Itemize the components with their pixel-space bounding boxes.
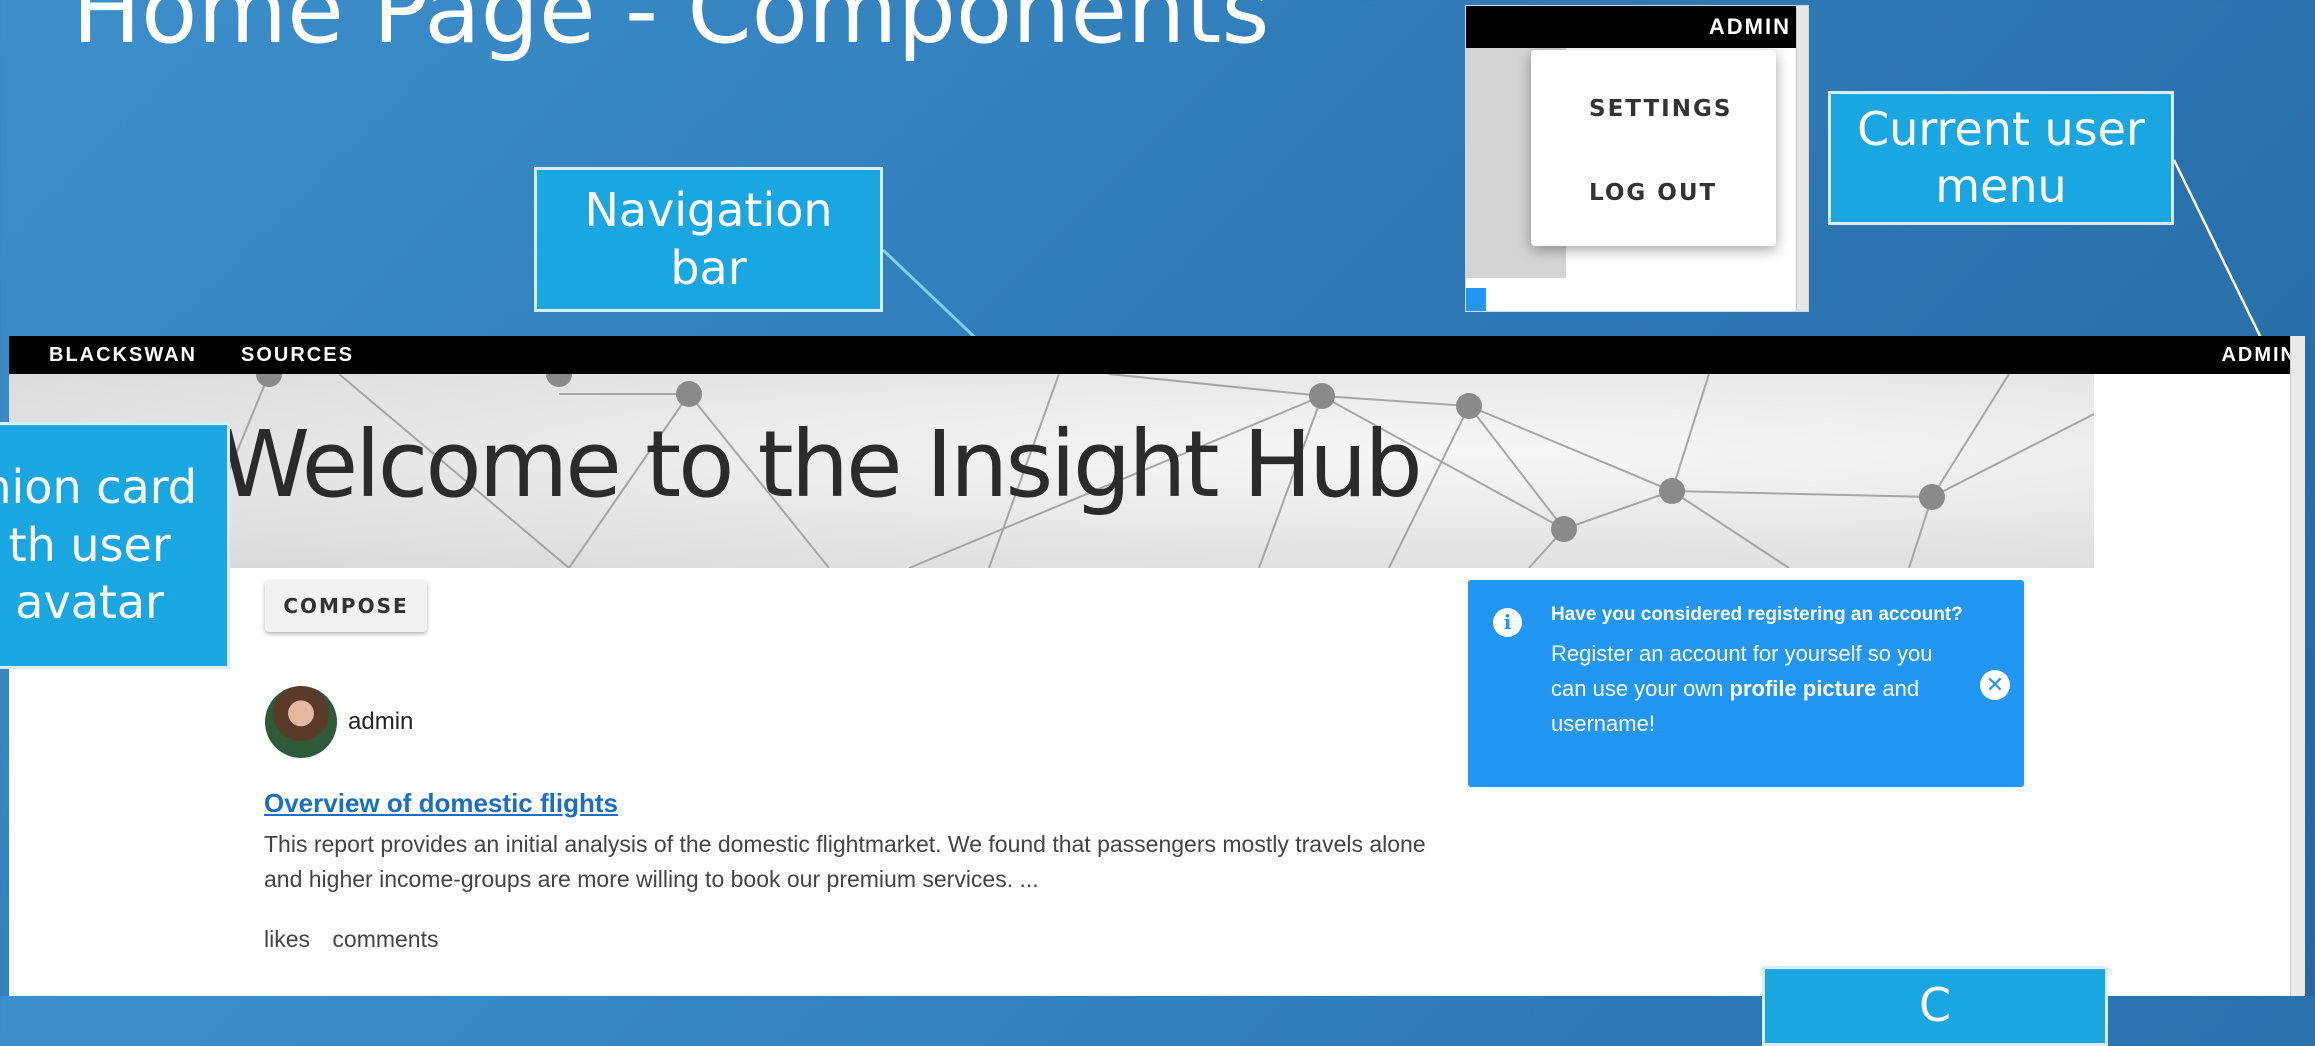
inset-blue-corner: [1466, 288, 1486, 311]
user-avatar[interactable]: [265, 686, 337, 758]
logout-menu-item[interactable]: LOG OUT: [1589, 180, 1717, 206]
callout-line: C: [1918, 978, 1952, 1033]
hero-banner: Welcome to the Insight Hub: [9, 374, 2094, 568]
callout-line: th user: [8, 517, 171, 572]
app-scrollbar[interactable]: [2290, 336, 2305, 996]
inset-navbar: ADMIN: [1466, 6, 1797, 48]
nav-item-sources[interactable]: SOURCES: [241, 344, 354, 367]
info-icon: i: [1493, 608, 1522, 637]
alert-body-bold: profile picture: [1729, 676, 1877, 701]
compose-button[interactable]: COMPOSE: [265, 580, 427, 632]
callout-current-user-menu: Current user menu: [1828, 91, 2174, 225]
callout-line: nion card: [0, 460, 197, 515]
likes-label[interactable]: likes: [264, 926, 310, 952]
settings-menu-item[interactable]: SETTINGS: [1589, 96, 1732, 122]
callout-navigation-bar: Navigation bar: [534, 167, 883, 312]
slide-title: Home Page - Components: [72, 0, 1270, 64]
callout-line: avatar: [15, 575, 165, 630]
inset-scrollbar[interactable]: [1796, 6, 1808, 311]
inset-admin-menu[interactable]: ADMIN: [1709, 14, 1791, 40]
post-summary: This report provides an initial analysis…: [264, 831, 1426, 892]
hero-title: Welcome to the Insight Hub: [219, 411, 1423, 518]
callout-close-partial: C: [1762, 966, 2108, 1046]
post-stats: likes comments: [264, 926, 455, 953]
app-home-page: BLACKSWAN SOURCES ADMIN Welcome to the I…: [9, 336, 2305, 996]
user-menu-inset: ADMIN SETTINGS LOG OUT: [1465, 5, 1809, 312]
callout-line: menu: [1935, 159, 2067, 213]
register-alert: i Have you considered registering an acc…: [1468, 580, 2024, 787]
close-icon[interactable]: ✕: [1980, 670, 2010, 700]
alert-body: Register an account for yourself so you …: [1551, 636, 1951, 741]
callout-opinion-card: nion card th user avatar: [0, 422, 230, 669]
user-dropdown-menu: SETTINGS LOG OUT: [1531, 50, 1776, 246]
callout-text: Current user menu: [1857, 101, 2145, 216]
navigation-bar: BLACKSWAN SOURCES ADMIN: [9, 336, 2305, 374]
callout-text: nion card th user avatar: [0, 459, 197, 632]
callout-line: Current user: [1857, 101, 2145, 156]
callout-line: bar: [670, 240, 747, 295]
comments-label[interactable]: comments: [332, 926, 438, 952]
callout-line: Navigation: [584, 183, 833, 237]
post-author-name[interactable]: admin: [348, 708, 413, 736]
alert-heading: Have you considered registering an accou…: [1551, 604, 1963, 625]
nav-brand-blackswan[interactable]: BLACKSWAN: [49, 344, 197, 367]
nav-user-menu-admin[interactable]: ADMIN: [2221, 344, 2297, 367]
post-title-link[interactable]: Overview of domestic flights: [264, 788, 618, 819]
callout-text: Navigation bar: [584, 182, 832, 297]
